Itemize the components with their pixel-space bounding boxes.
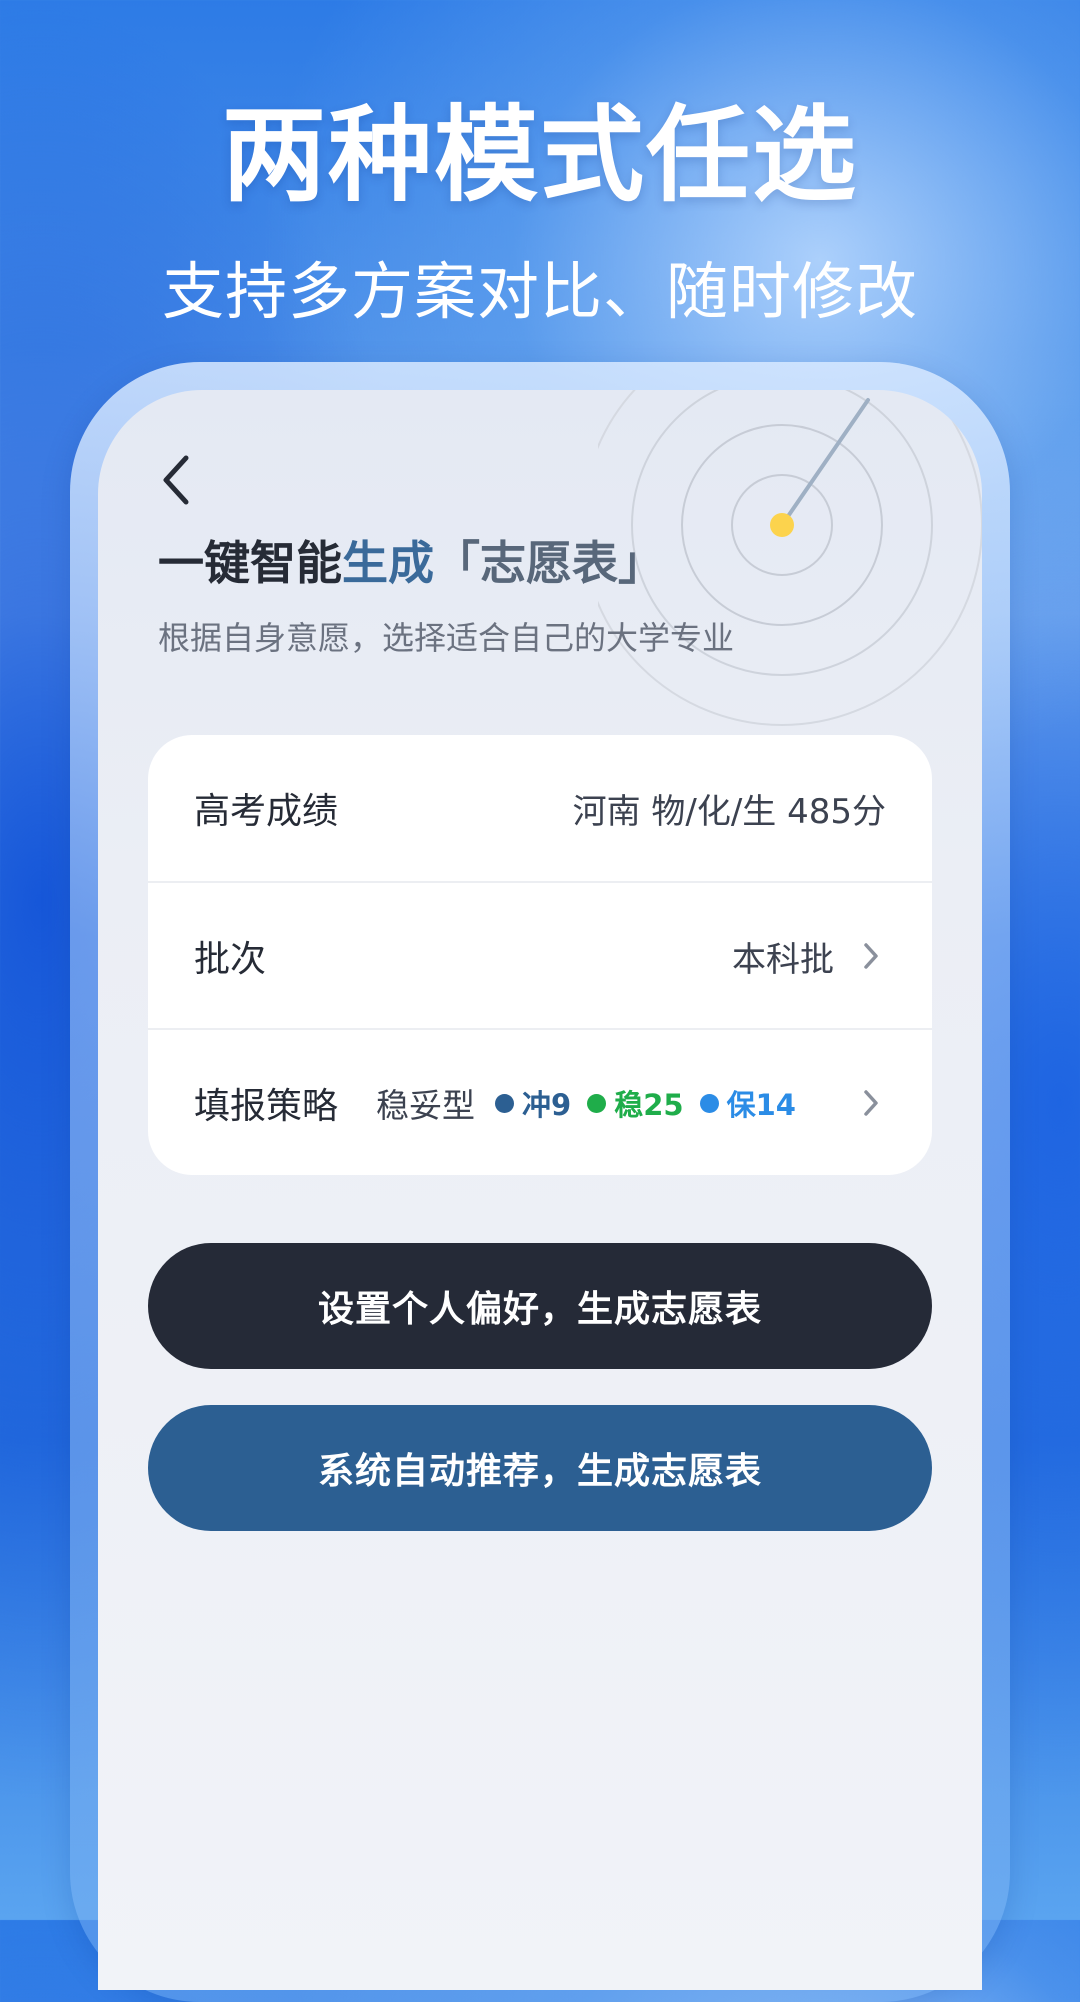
- screen-subtitle: 根据自身意愿，选择适合自己的大学专业: [158, 619, 735, 657]
- chevron-right-icon: [856, 941, 886, 971]
- batch-label: 批次: [194, 939, 267, 980]
- tag-reach: 冲9: [495, 1082, 571, 1124]
- chevron-left-icon: [163, 455, 189, 505]
- info-card: 高考成绩 河南 物/化/生 485分 批次 本科批 填报策略 稳妥型 冲9 稳2…: [148, 735, 932, 1175]
- chevron-right-icon: [856, 1088, 886, 1118]
- batch-value: 本科批: [732, 939, 834, 980]
- strategy-summary: 稳妥型 冲9 稳25 保14: [376, 1079, 812, 1127]
- screen-title: 一键智能生成「志愿表」: [158, 533, 664, 593]
- set-preference-button[interactable]: 设置个人偏好，生成志愿表: [148, 1243, 932, 1369]
- score-label: 高考成绩: [194, 791, 339, 832]
- score-value: 河南 物/化/生 485分: [572, 791, 886, 832]
- dot-icon: [699, 1093, 719, 1113]
- strategy-type: 稳妥型: [376, 1086, 476, 1125]
- tag-safe: 保14: [699, 1082, 796, 1124]
- tag-reach-text: 冲9: [522, 1088, 572, 1122]
- phone-screen: 一键智能生成「志愿表」 根据自身意愿，选择适合自己的大学专业 高考成绩 河南 物…: [98, 390, 982, 1990]
- promo-headline: 两种模式任选: [221, 94, 858, 216]
- back-button[interactable]: [148, 452, 204, 508]
- tag-stable-text: 稳25: [614, 1088, 684, 1122]
- batch-row[interactable]: 批次 本科批: [148, 883, 932, 1029]
- score-row: 高考成绩 河南 物/化/生 485分: [148, 735, 932, 881]
- strategy-row[interactable]: 填报策略 稳妥型 冲9 稳25 保14: [148, 1030, 932, 1175]
- tag-stable: 稳25: [587, 1082, 684, 1124]
- promo-subheadline: 支持多方案对比、随时修改: [161, 255, 918, 328]
- title-part-1: 一键智能: [158, 536, 342, 590]
- dot-icon: [587, 1093, 607, 1113]
- dot-icon: [495, 1093, 515, 1113]
- title-part-2: 生成: [342, 536, 434, 590]
- strategy-label: 填报策略: [194, 1086, 339, 1127]
- tag-safe-text: 保14: [726, 1088, 796, 1122]
- title-part-3: 「志愿表」: [434, 536, 664, 590]
- auto-recommend-button[interactable]: 系统自动推荐，生成志愿表: [148, 1405, 932, 1531]
